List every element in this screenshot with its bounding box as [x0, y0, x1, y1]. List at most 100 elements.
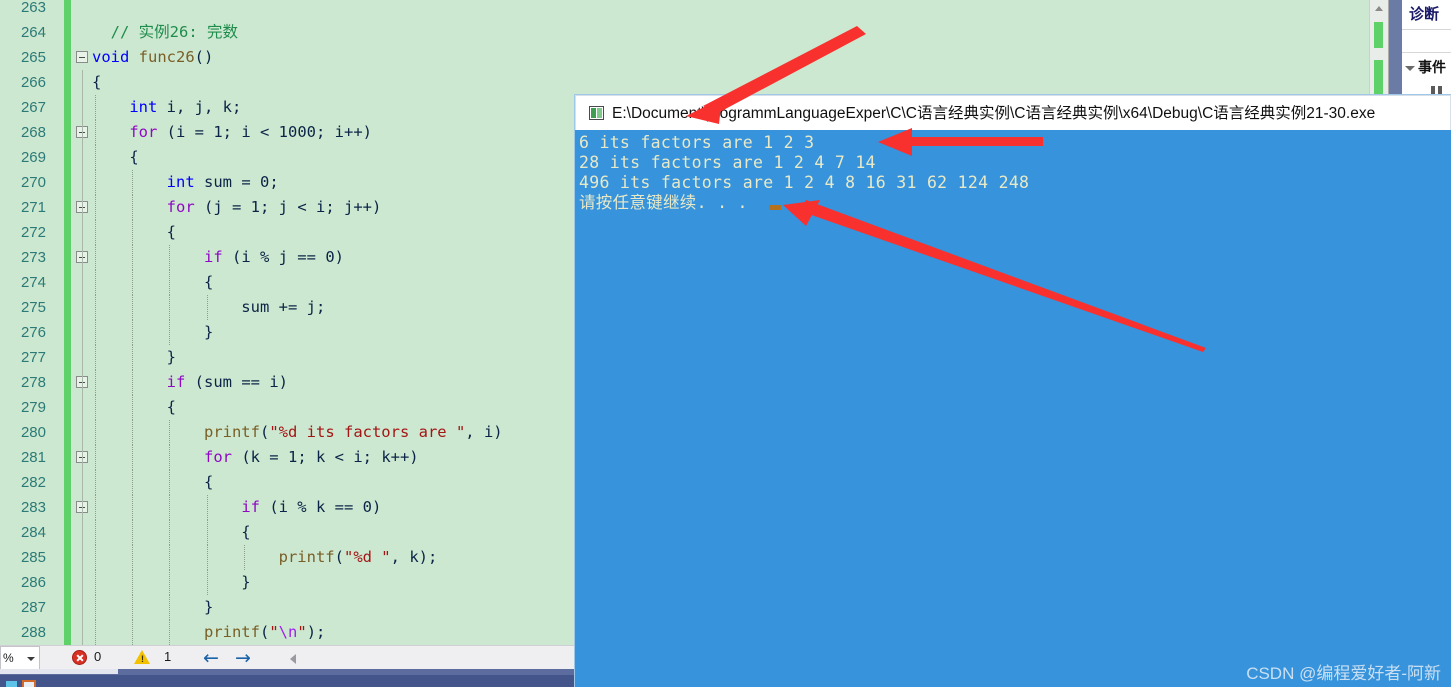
code-text: {: [92, 398, 176, 416]
line-number: 288: [20, 624, 46, 641]
fold-guide-line: [82, 470, 83, 495]
line-number: 282: [20, 474, 46, 491]
line-number: 274: [20, 274, 46, 291]
code-text: }: [92, 323, 214, 341]
console-title-text: E:\Document\programmLanguageExper\C\C语言经…: [612, 105, 1376, 122]
error-count: 0: [94, 649, 102, 664]
line-number: 278: [20, 374, 46, 391]
events-section-label: 事件: [1418, 59, 1446, 75]
zoom-level-value: %: [3, 651, 14, 665]
line-number: 269: [20, 149, 46, 166]
screen-root: 263 264 // 实例26: 完数 265 void func26() 266 {26…: [0, 0, 1451, 687]
code-text: int i, j, k;: [129, 98, 242, 116]
zoom-level-combobox[interactable]: %: [0, 646, 40, 670]
code-text: printf("\n");: [203, 623, 326, 641]
code-line[interactable]: 264 // 实例26: 完数: [0, 20, 1380, 45]
code-text: if (i % j == 0): [203, 248, 344, 266]
line-number: 279: [20, 399, 46, 416]
line-number: 284: [20, 524, 46, 541]
fold-guide-line: [82, 595, 83, 620]
fold-guide-line: [82, 220, 83, 245]
taskbar-active-tab[interactable]: [0, 669, 118, 674]
taskbar-app-icon[interactable]: [22, 680, 36, 687]
line-number: 267: [20, 99, 46, 116]
scrollbar-change-marker: [1374, 22, 1383, 48]
line-number: 285: [20, 549, 46, 566]
line-number: 277: [20, 349, 46, 366]
line-number: 270: [20, 174, 46, 191]
collapse-left-arrow-icon[interactable]: [290, 654, 296, 664]
fold-guide-line: [82, 195, 83, 220]
console-output-area[interactable]: 6 its factors are 1 2 3 28 its factors ar…: [575, 130, 1451, 687]
code-line[interactable]: 263: [0, 0, 1380, 20]
events-section-header[interactable]: 事件: [1402, 52, 1451, 80]
code-text: for (j = 1; j < i; j++): [166, 198, 382, 216]
fold-guide-line: [82, 395, 83, 420]
csdn-watermark: CSDN @编程爱好者-阿新: [1246, 664, 1441, 683]
fold-guide-line: [82, 570, 83, 595]
code-text: {: [92, 273, 214, 291]
code-text: int sum = 0;: [166, 173, 279, 191]
line-number: 280: [20, 424, 46, 441]
navigate-forward-arrow-icon[interactable]: →: [235, 647, 251, 669]
code-text: for (i = 1; i < 1000; i++): [129, 123, 372, 141]
fold-guide-line: [82, 545, 83, 570]
line-number: 265: [20, 49, 46, 66]
fold-guide-line: [82, 70, 83, 95]
scroll-up-arrow-icon[interactable]: [1370, 0, 1389, 17]
line-number: 263: [20, 0, 46, 16]
code-text: if (sum == i): [166, 373, 288, 391]
line-number: 275: [20, 299, 46, 316]
warning-count: 1: [164, 649, 172, 664]
taskbar-app-icon[interactable]: [6, 681, 17, 687]
line-number: 281: [20, 449, 46, 466]
error-icon: [72, 650, 87, 665]
fold-guide-line: [82, 620, 83, 645]
line-number: 276: [20, 324, 46, 341]
line-number: 287: [20, 599, 46, 616]
code-text: // 实例26: 完数: [92, 23, 238, 41]
line-number: 268: [20, 124, 46, 141]
code-text: {: [92, 148, 139, 166]
code-text: sum += j;: [92, 298, 326, 316]
line-number: 273: [20, 249, 46, 266]
code-text: {: [92, 223, 176, 241]
line-number: 272: [20, 224, 46, 241]
fold-guide-line: [82, 345, 83, 370]
warning-icon-glyph: !: [141, 654, 144, 664]
code-line[interactable]: 266 {: [0, 70, 1380, 95]
console-title-bar[interactable]: E:\Document\programmLanguageExper\C\C语言经…: [575, 95, 1451, 130]
fold-guide-line: [82, 145, 83, 170]
code-text: if (i % k == 0): [241, 498, 382, 516]
console-lines-container: 6 its factors are 1 2 3 28 its factors ar…: [579, 133, 1451, 213]
fold-guide-line: [82, 320, 83, 345]
chevron-down-icon[interactable]: [27, 657, 35, 661]
collapse-triangle-icon[interactable]: [1405, 65, 1415, 71]
fold-guide-line: [82, 270, 83, 295]
console-window[interactable]: E:\Document\programmLanguageExper\C\C语言经…: [575, 95, 1451, 687]
code-text: {: [92, 473, 214, 491]
fold-guide-line: [82, 170, 83, 195]
line-number: 286: [20, 574, 46, 591]
fold-guide-line: [82, 370, 83, 395]
code-text: for (k = 1; k < i; k++): [203, 448, 419, 466]
console-output-line: 6 its factors are 1 2 3: [579, 133, 815, 152]
code-text: }: [92, 573, 251, 591]
navigate-back-arrow-icon[interactable]: ←: [203, 647, 219, 669]
fold-toggle-icon[interactable]: [76, 51, 88, 63]
line-number: 266: [20, 74, 46, 91]
console-output-line: 28 its factors are 1 2 4 7 14: [579, 153, 876, 172]
code-line[interactable]: 265 void func26(): [0, 45, 1380, 70]
fold-guide-line: [82, 245, 83, 270]
fold-guide-line: [82, 420, 83, 445]
fold-guide-line: [82, 495, 83, 520]
fold-guide-line: [82, 445, 83, 470]
code-text: printf("%d ", k);: [278, 548, 438, 566]
console-app-icon: [589, 106, 604, 120]
code-text: {: [92, 523, 251, 541]
fold-guide-line: [82, 120, 83, 145]
line-number: 283: [20, 499, 46, 516]
code-text: void func26(): [92, 48, 214, 66]
code-text: }: [92, 348, 176, 366]
fold-guide-line: [82, 520, 83, 545]
